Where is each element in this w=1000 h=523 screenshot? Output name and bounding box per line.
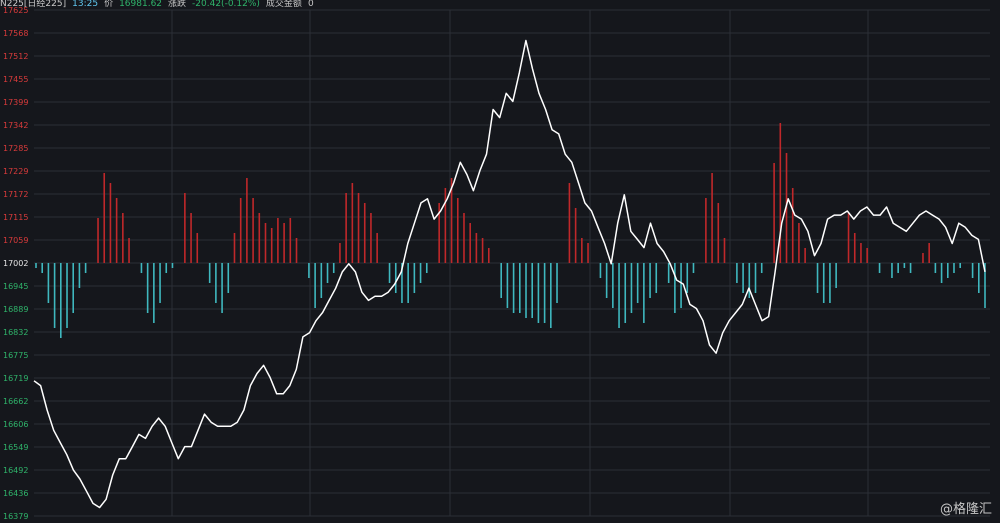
y-tick-label: 17002 <box>3 259 28 268</box>
y-tick-label: 16606 <box>3 420 28 429</box>
y-tick-label: 16379 <box>3 512 28 521</box>
y-tick-label: 16775 <box>3 351 28 360</box>
y-tick-label: 17455 <box>3 75 28 84</box>
y-tick-label: 16492 <box>3 466 28 475</box>
y-tick-label: 16889 <box>3 305 28 314</box>
y-tick-label: 17512 <box>3 52 28 61</box>
y-tick-label: 16945 <box>3 282 28 291</box>
y-tick-label: 16436 <box>3 489 28 498</box>
y-tick-label: 16832 <box>3 328 28 337</box>
y-tick-label: 17342 <box>3 121 28 130</box>
y-tick-label: 16549 <box>3 443 28 452</box>
volume-bars-layer <box>35 123 986 338</box>
y-axis-labels: 17625 17568 17512 17455 17399 17342 17285 17229… <box>3 6 28 521</box>
y-tick-label: 17172 <box>3 190 28 199</box>
y-tick-label: 17229 <box>3 167 28 176</box>
y-tick-label: 17399 <box>3 98 28 107</box>
y-tick-label: 16662 <box>3 397 28 406</box>
price-line <box>33 39 986 509</box>
intraday-chart: 17625 17568 17512 17455 17399 17342 17285 17229… <box>3 6 990 521</box>
y-tick-label: 17285 <box>3 144 28 153</box>
y-tick-label: 17625 <box>3 6 28 15</box>
grid-layer <box>34 9 990 517</box>
watermark: @格隆汇 <box>939 502 992 517</box>
y-tick-label: 17568 <box>3 29 28 38</box>
price-line-layer <box>33 39 986 509</box>
y-tick-label: 17115 <box>3 213 28 222</box>
y-tick-label: 17059 <box>3 236 28 245</box>
y-tick-label: 16719 <box>3 374 28 383</box>
